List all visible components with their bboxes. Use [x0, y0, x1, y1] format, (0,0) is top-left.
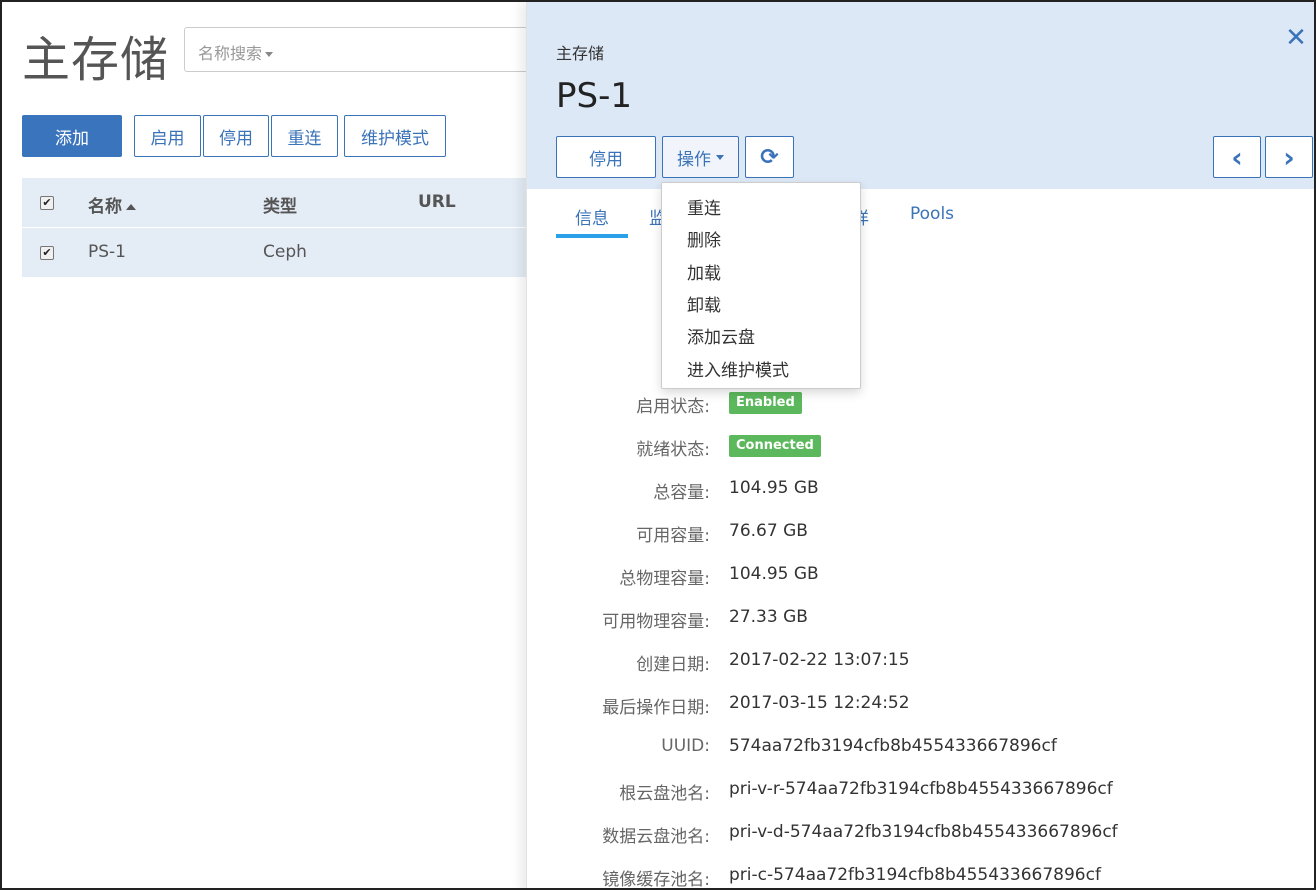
actions-dropdown-menu: 重连 删除 加载 卸载 添加云盘 进入维护模式: [661, 182, 861, 389]
info-value: 2017-02-22 13:07:15: [729, 650, 910, 670]
sort-asc-icon: [126, 204, 136, 210]
info-label: 镜像缓存池名:: [602, 870, 710, 890]
info-label: 最后操作日期:: [602, 698, 710, 718]
table-header: ✔ 名称 类型 URL: [22, 178, 542, 227]
info-value: pri-v-d-574aa72fb3194cfb8b455433667896cf: [729, 822, 1118, 842]
menu-item-detach[interactable]: 卸载: [687, 291, 721, 316]
reconnect-button[interactable]: 重连: [271, 115, 338, 157]
detail-subtitle: 主存储: [556, 44, 605, 63]
info-label: 就绪状态:: [636, 440, 710, 460]
menu-item-reconnect[interactable]: 重连: [687, 194, 721, 219]
info-row-data-pool: 数据云盘池名: pri-v-d-574aa72fb3194cfb8b455433…: [526, 819, 1314, 849]
detail-header: 主存储 PS-1 ✕ 停用 操作 ⟳ ‹ ›: [527, 2, 1314, 189]
info-value: 104.95 GB: [729, 478, 819, 498]
tab-pools[interactable]: Pools: [910, 204, 954, 224]
detail-title: PS-1: [556, 76, 632, 116]
table-row[interactable]: ✔ PS-1 Ceph: [22, 227, 542, 277]
info-label: 数据云盘池名:: [602, 827, 710, 847]
info-value: 104.95 GB: [729, 564, 819, 584]
info-row-image-cache-pool: 镜像缓存池名: pri-c-574aa72fb3194cfb8b45543366…: [526, 862, 1314, 890]
info-label: 启用状态:: [636, 397, 710, 417]
row-type: Ceph: [263, 242, 307, 262]
info-label: 根云盘池名:: [619, 784, 710, 804]
info-label: 总容量:: [653, 483, 710, 503]
info-value: 574aa72fb3194cfb8b455433667896cf: [729, 736, 1057, 756]
info-label: UUID:: [661, 736, 710, 756]
page-title: 主存储: [22, 32, 170, 88]
info-row-enable-state: 启用状态: Enabled: [526, 389, 1314, 419]
menu-item-delete[interactable]: 删除: [687, 226, 721, 251]
close-icon[interactable]: ✕: [1284, 25, 1308, 51]
select-all-checkbox[interactable]: ✔: [40, 196, 54, 210]
search-field-dropdown[interactable]: 名称搜索: [198, 40, 274, 64]
enable-button[interactable]: 启用: [134, 115, 201, 157]
actions-label: 操作: [677, 149, 711, 170]
actions-dropdown-button[interactable]: 操作: [662, 136, 739, 178]
info-label: 创建日期:: [636, 655, 710, 675]
menu-item-enter-maintenance[interactable]: 进入维护模式: [687, 356, 789, 381]
search-label: 名称搜索: [198, 44, 263, 63]
status-badge-connected: Connected: [729, 435, 821, 457]
caret-down-icon: [716, 154, 724, 160]
disable-button[interactable]: 停用: [203, 115, 269, 157]
info-row-last-op-date: 最后操作日期: 2017-03-15 12:24:52: [526, 690, 1314, 720]
info-row-root-pool: 根云盘池名: pri-v-r-574aa72fb3194cfb8b4554336…: [526, 776, 1314, 806]
next-icon[interactable]: ›: [1265, 136, 1313, 178]
maintenance-mode-button[interactable]: 维护模式: [344, 115, 446, 157]
menu-item-add-volume[interactable]: 添加云盘: [687, 323, 755, 348]
tab-info[interactable]: 信息: [575, 204, 609, 229]
detail-disable-button[interactable]: 停用: [556, 136, 656, 178]
row-name[interactable]: PS-1: [88, 242, 126, 262]
info-label: 总物理容量:: [619, 569, 710, 589]
add-button[interactable]: 添加: [22, 115, 122, 157]
info-label: 可用物理容量:: [602, 612, 710, 632]
info-row-created-date: 创建日期: 2017-02-22 13:07:15: [526, 647, 1314, 677]
info-value: pri-c-574aa72fb3194cfb8b455433667896cf: [729, 865, 1101, 885]
info-row-available-capacity: 可用容量: 76.67 GB: [526, 518, 1314, 548]
search-input[interactable]: 名称搜索: [184, 27, 544, 72]
info-row-available-physical: 可用物理容量: 27.33 GB: [526, 604, 1314, 634]
prev-icon[interactable]: ‹: [1213, 136, 1261, 178]
storage-table: ✔ 名称 类型 URL ✔ PS-1 Ceph: [22, 178, 542, 277]
status-badge-enabled: Enabled: [729, 392, 802, 414]
menu-item-attach[interactable]: 加载: [687, 259, 721, 284]
column-name-label: 名称: [88, 197, 122, 217]
info-label: 可用容量:: [636, 526, 710, 546]
info-value: 76.67 GB: [729, 521, 808, 541]
row-checkbox[interactable]: ✔: [40, 246, 54, 260]
app-window: 主存储 名称搜索 添加 启用 停用 重连 维护模式 ✔ 名称 类型 URL ✔ …: [0, 0, 1316, 890]
info-value: 27.33 GB: [729, 607, 808, 627]
info-row-total-physical: 总物理容量: 104.95 GB: [526, 561, 1314, 591]
column-name-header[interactable]: 名称: [88, 192, 136, 217]
info-row-total-capacity: 总容量: 104.95 GB: [526, 475, 1314, 505]
caret-down-icon: [265, 52, 274, 57]
info-row-uuid: UUID: 574aa72fb3194cfb8b455433667896cf: [526, 733, 1314, 763]
info-row-ready-state: 就绪状态: Connected: [526, 432, 1314, 462]
active-tab-indicator: [556, 234, 628, 238]
column-type-header[interactable]: 类型: [263, 192, 297, 217]
column-url-header[interactable]: URL: [418, 192, 456, 212]
info-value: pri-v-r-574aa72fb3194cfb8b455433667896cf: [729, 779, 1113, 799]
refresh-icon[interactable]: ⟳: [745, 136, 794, 178]
info-value: 2017-03-15 12:24:52: [729, 693, 910, 713]
